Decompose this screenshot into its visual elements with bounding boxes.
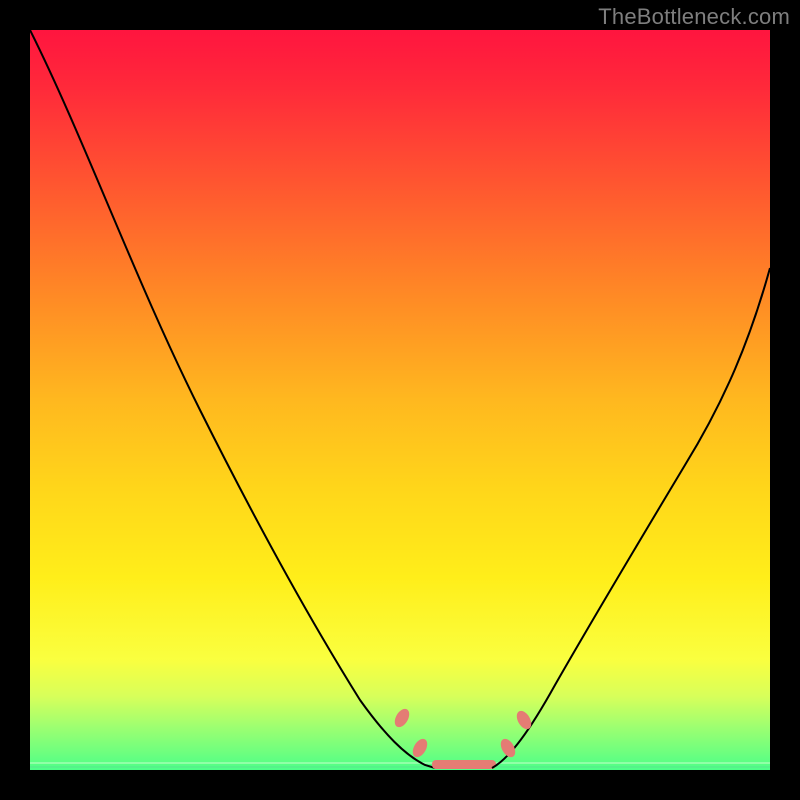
bottom-flat-marker: [432, 760, 496, 769]
curve-layer: [30, 30, 770, 770]
right-marker-upper: [514, 708, 534, 731]
right-curve: [492, 268, 770, 768]
watermark-text: TheBottleneck.com: [598, 4, 790, 30]
plot-area: [30, 30, 770, 770]
left-curve: [30, 30, 435, 768]
left-marker-upper: [392, 706, 412, 729]
left-marker-lower: [410, 736, 430, 759]
chart-frame: TheBottleneck.com: [0, 0, 800, 800]
